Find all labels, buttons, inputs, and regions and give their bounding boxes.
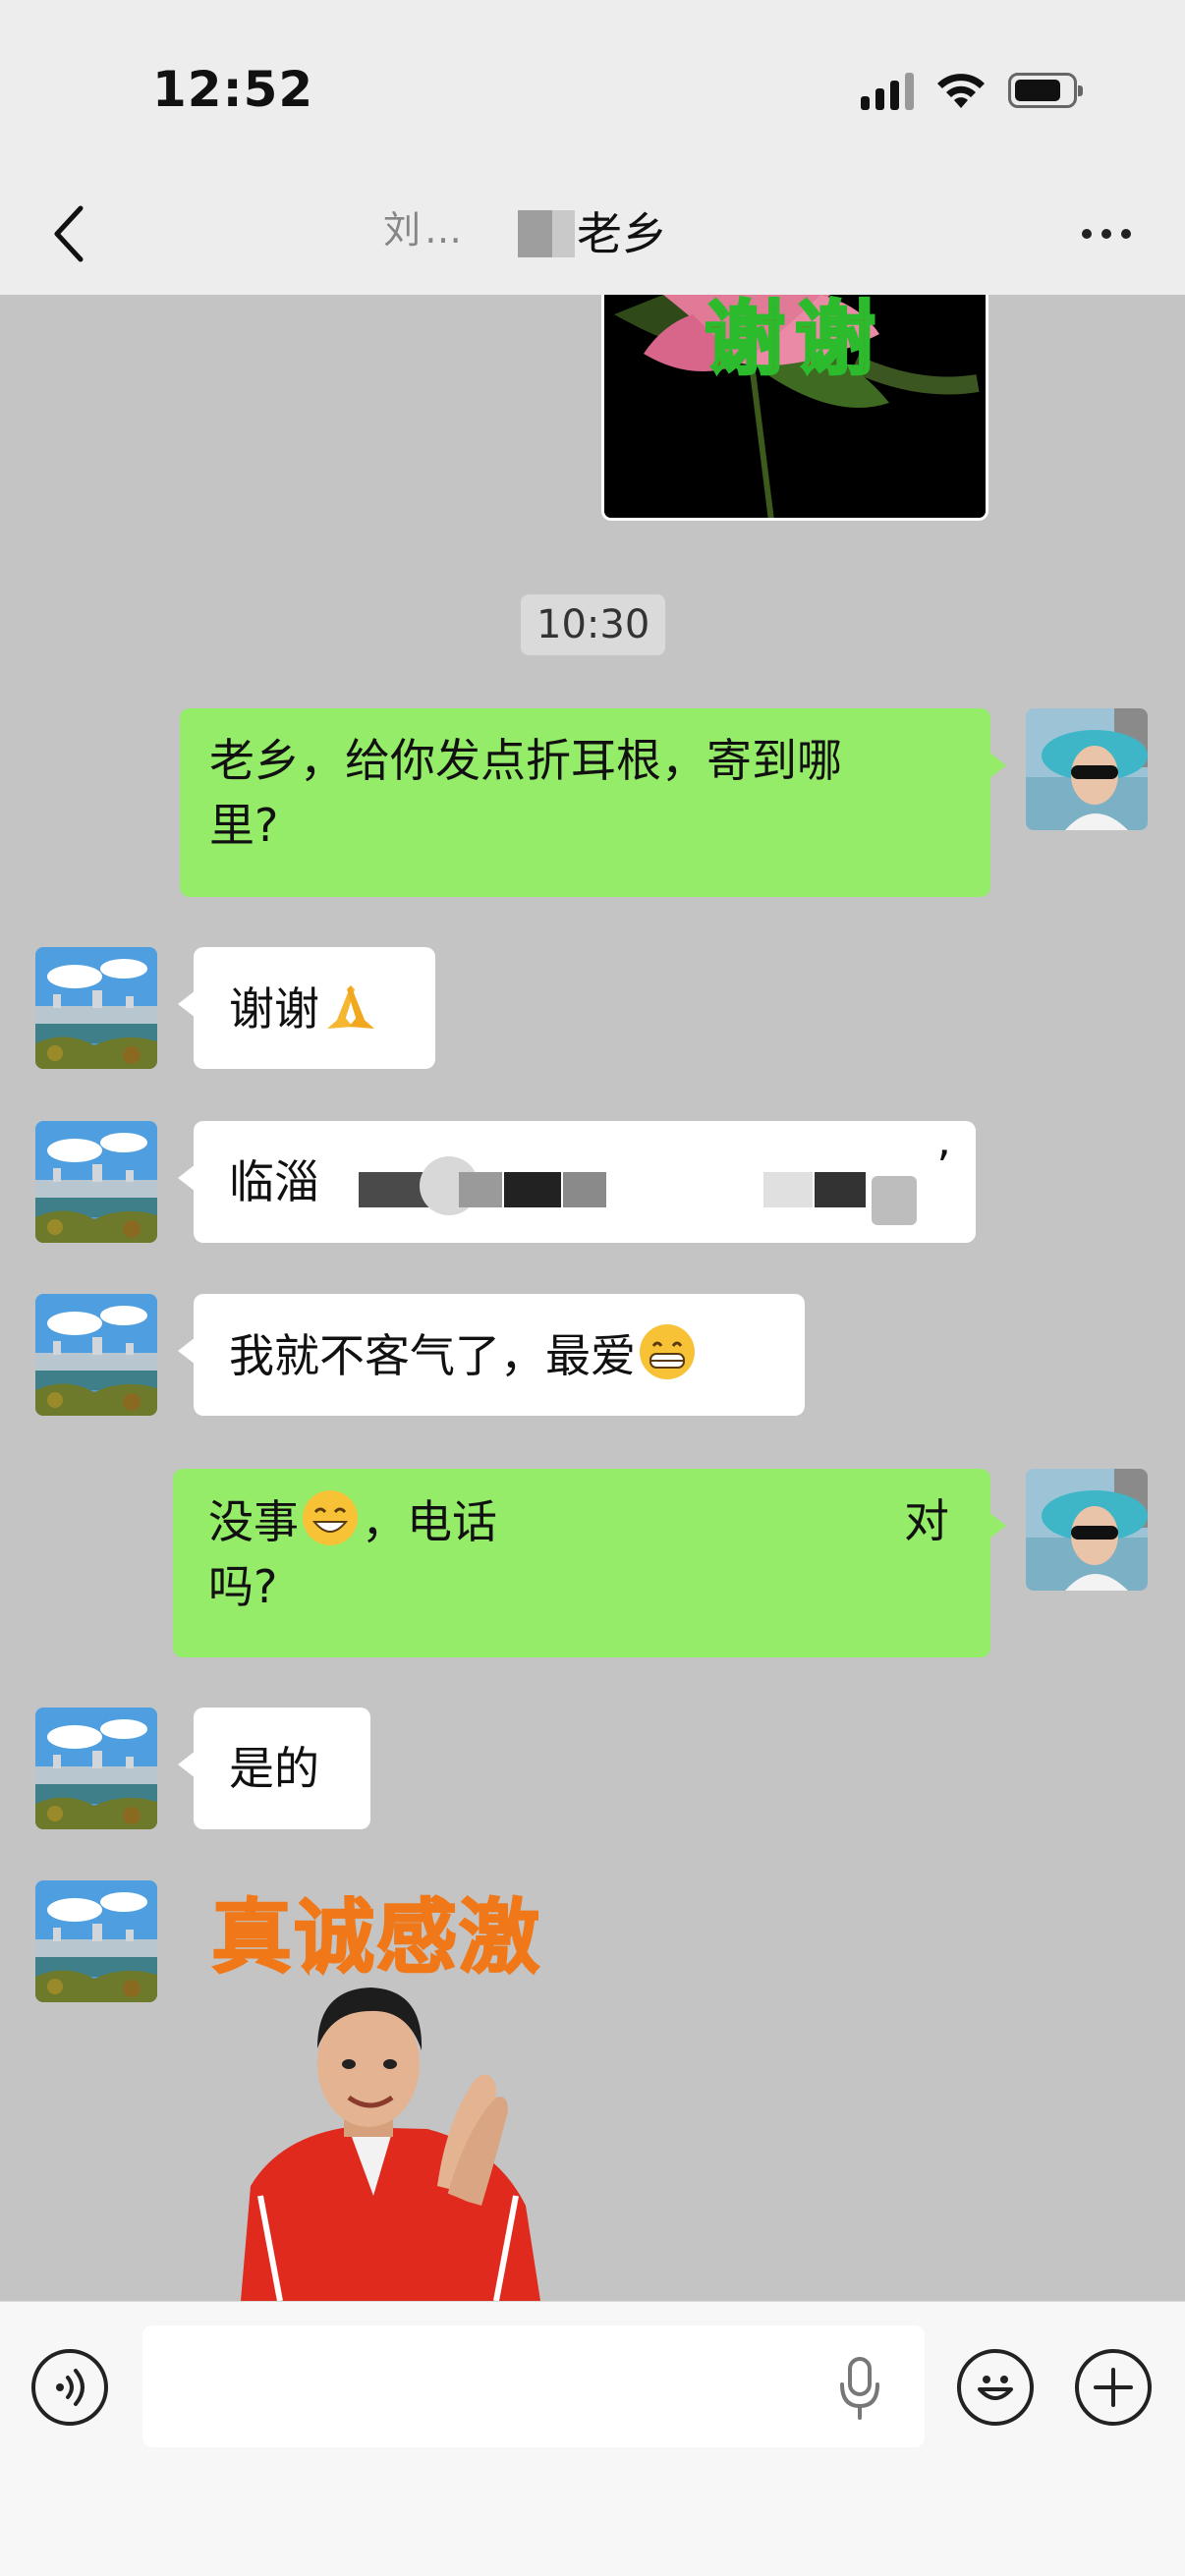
- message-text: 没事: [208, 1495, 299, 1548]
- contact-avatar-cityscape: [35, 1708, 157, 1829]
- message-text: ，电话: [362, 1495, 497, 1548]
- chat-bubble-incoming[interactable]: 我就不客气了，最爱: [178, 1294, 805, 1416]
- sticker-grateful[interactable]: 真诚感激: [201, 1872, 594, 2301]
- wifi-icon: [937, 74, 985, 108]
- redaction-mark: [459, 1172, 502, 1207]
- status-bar: 12:52: [0, 0, 1185, 172]
- message-text-trailing: ’: [936, 1141, 951, 1194]
- more-options-button[interactable]: [1067, 206, 1146, 261]
- contact-avatar[interactable]: [35, 1294, 157, 1416]
- message-text: 对: [904, 1494, 949, 1547]
- chat-message-list[interactable]: 谢谢 10:30 老乡，给你发点折耳根，寄到哪 里? 谢谢 临淄 ’ 我就不客气…: [0, 295, 1185, 2301]
- microphone-icon: [840, 2357, 879, 2420]
- message-text: 是的: [229, 1742, 319, 1795]
- redaction-mark: [815, 1172, 866, 1207]
- contact-avatar[interactable]: [35, 1708, 157, 1829]
- message-text: 谢谢: [229, 982, 319, 1036]
- chat-bubble-incoming[interactable]: 是的: [178, 1708, 370, 1829]
- praying-hands-icon: [327, 985, 374, 1029]
- message-text-line: 没事 ，电话 对: [208, 1488, 955, 1554]
- chat-title: 刘… 老乡: [295, 199, 890, 268]
- message-input-bar: [0, 2301, 1185, 2576]
- cellular-signal-icon: [861, 71, 914, 110]
- contact-avatar-cityscape: [35, 1880, 157, 2002]
- chat-bubble-outgoing[interactable]: 没事 ，电话 对 吗?: [173, 1469, 1006, 1657]
- redaction-mark: [872, 1176, 917, 1225]
- title-redaction: [518, 210, 575, 257]
- voice-input-button[interactable]: [825, 2351, 894, 2426]
- contact-avatar-cityscape: [35, 1294, 157, 1416]
- user-avatar-woman-hat: [1026, 1469, 1148, 1591]
- message-text-line: 吗?: [208, 1560, 278, 1613]
- chat-bubble-incoming[interactable]: 谢谢: [178, 947, 435, 1069]
- contact-avatar[interactable]: [35, 947, 157, 1069]
- emoji-button[interactable]: [957, 2349, 1034, 2426]
- redaction-mark: [763, 1172, 813, 1207]
- smiling-face-icon: [303, 1490, 358, 1545]
- contact-avatar[interactable]: [35, 1880, 157, 2002]
- chat-header: 刘… 老乡: [0, 172, 1185, 295]
- status-icons: [861, 71, 1083, 110]
- status-time: 12:52: [152, 61, 314, 118]
- message-text-line: 里?: [209, 799, 279, 852]
- user-avatar-woman-hat: [1026, 708, 1148, 830]
- message-text-line: 老乡，给你发点折耳根，寄到哪: [209, 734, 842, 787]
- back-button[interactable]: [39, 201, 98, 266]
- sticker-thanks-text: 谢谢: [703, 295, 885, 388]
- voice-wave-icon: [56, 2369, 85, 2406]
- redaction-mark: [563, 1172, 606, 1207]
- more-dots-icon: [1082, 229, 1092, 239]
- more-actions-button[interactable]: [1075, 2349, 1152, 2426]
- smiley-face-icon: [978, 2376, 1013, 2400]
- sticker-thanks-lily[interactable]: 谢谢: [601, 295, 988, 521]
- contact-avatar-cityscape: [35, 1121, 157, 1243]
- message-timestamp: 10:30: [521, 594, 666, 655]
- chat-title-partial: 刘…: [383, 208, 467, 252]
- battery-icon: [1008, 73, 1083, 108]
- plus-icon: [1094, 2368, 1133, 2407]
- grinning-face-icon: [640, 1324, 695, 1379]
- contact-avatar-cityscape: [35, 947, 157, 1069]
- my-avatar[interactable]: [1026, 1469, 1148, 1591]
- man-clapping-image: [241, 1988, 540, 2301]
- message-text: 临淄: [229, 1155, 319, 1208]
- my-avatar[interactable]: [1026, 708, 1148, 830]
- voice-toggle-button[interactable]: [31, 2349, 108, 2426]
- chevron-left-icon: [54, 205, 84, 262]
- chat-title-text: 老乡: [577, 207, 667, 260]
- message-input[interactable]: [142, 2325, 925, 2447]
- message-text: 我就不客气了，最爱: [229, 1329, 636, 1382]
- chat-bubble-incoming[interactable]: 临淄 ’: [178, 1121, 976, 1243]
- redaction-mark: [504, 1172, 561, 1207]
- contact-avatar[interactable]: [35, 1121, 157, 1243]
- chat-bubble-outgoing[interactable]: 老乡，给你发点折耳根，寄到哪 里?: [180, 708, 1006, 897]
